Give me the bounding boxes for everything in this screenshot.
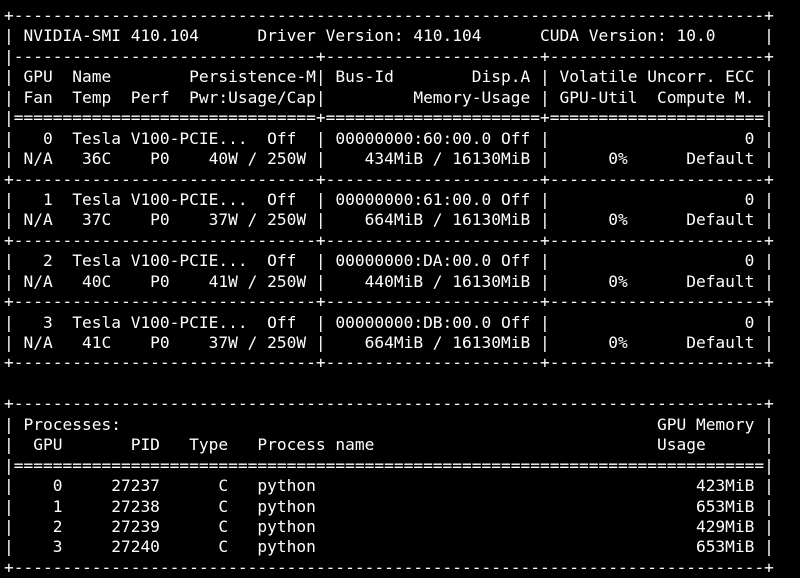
gpu-0-row-2: | N/A 36C P0 40W / 250W | 434MiB / 16130… bbox=[4, 149, 774, 169]
gpu-2-row-1: | 2 Tesla V100-PCIE... Off | 00000000:DA… bbox=[4, 251, 774, 271]
gpu-1-row-1: | 1 Tesla V100-PCIE... Off | 00000000:61… bbox=[4, 189, 774, 209]
process-row: | 2 27239 C python 429MiB | bbox=[4, 516, 774, 536]
process-row: | 0 27237 C python 423MiB | bbox=[4, 476, 774, 496]
gpu-table-bottom-border: +-------------------------------+-------… bbox=[4, 353, 774, 373]
process-table-title: | Processes: GPU Memory | bbox=[4, 414, 774, 434]
process-table-top-border: +---------------------------------------… bbox=[4, 394, 774, 414]
smi-version-header: | NVIDIA-SMI 410.104 Driver Version: 410… bbox=[4, 26, 774, 46]
process-table-header: | GPU PID Type Process name Usage | bbox=[4, 435, 774, 455]
gpu-0-row-1: | 0 Tesla V100-PCIE... Off | 00000000:60… bbox=[4, 128, 774, 148]
gpu-table-header-separator: |===============================+=======… bbox=[4, 108, 774, 128]
process-row: | 3 27240 C python 653MiB | bbox=[4, 537, 774, 557]
process-table-header-separator: |=======================================… bbox=[4, 455, 774, 475]
gpu-table-header-row-2: | Fan Temp Perf Pwr:Usage/Cap| Memory-Us… bbox=[4, 87, 774, 107]
terminal-window[interactable]: +---------------------------------------… bbox=[0, 0, 800, 577]
gpu-table-divider: |-------------------------------+-------… bbox=[4, 46, 774, 66]
gpu-table-top-border: +---------------------------------------… bbox=[4, 6, 774, 25]
gpu-row-separator: +-------------------------------+-------… bbox=[4, 292, 774, 312]
gpu-3-row-1: | 3 Tesla V100-PCIE... Off | 00000000:DB… bbox=[4, 312, 774, 332]
process-row: | 1 27238 C python 653MiB | bbox=[4, 496, 774, 516]
gpu-table-header-row-1: | GPU Name Persistence-M| Bus-Id Disp.A … bbox=[4, 67, 774, 87]
gpu-2-row-2: | N/A 40C P0 41W / 250W | 440MiB / 16130… bbox=[4, 271, 774, 291]
process-table-bottom-border: +---------------------------------------… bbox=[4, 557, 774, 577]
gpu-1-row-2: | N/A 37C P0 37W / 250W | 664MiB / 16130… bbox=[4, 210, 774, 230]
gpu-row-separator: +-------------------------------+-------… bbox=[4, 230, 774, 250]
gpu-3-row-2: | N/A 41C P0 37W / 250W | 664MiB / 16130… bbox=[4, 333, 774, 352]
gpu-row-separator: +-------------------------------+-------… bbox=[4, 169, 774, 189]
